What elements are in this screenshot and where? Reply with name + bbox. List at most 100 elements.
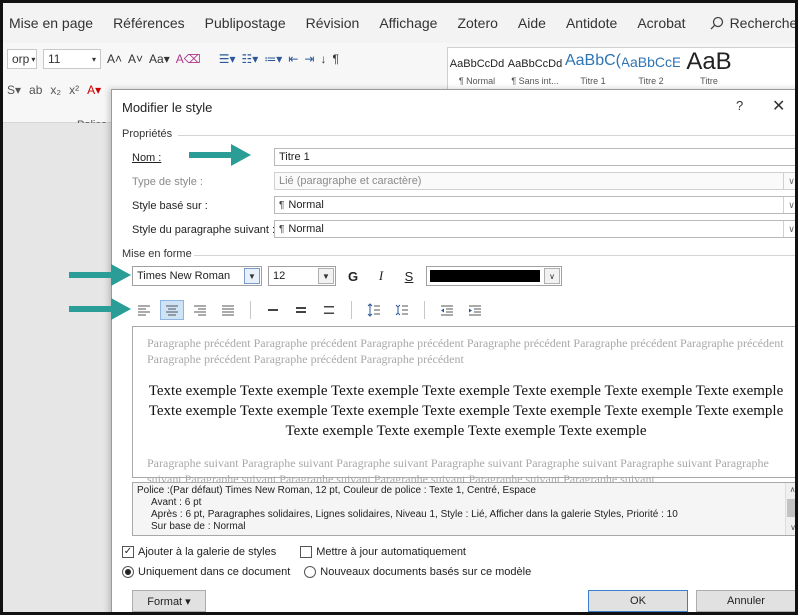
change-case-icon[interactable]: Aa▾ — [149, 52, 170, 66]
clear-format-icon[interactable]: A⌫ — [176, 52, 201, 66]
align-center-icon[interactable] — [160, 300, 184, 320]
chevron-down-icon: ▾ — [31, 54, 36, 64]
chevron-down-icon[interactable]: ▼ — [318, 268, 334, 284]
font-color-select[interactable]: ∨ — [426, 266, 562, 286]
font-name-value: Times New Roman — [137, 270, 231, 282]
line-spacing-up-icon[interactable] — [362, 300, 386, 320]
search-box[interactable]: Rechercher — [696, 15, 798, 31]
underline-icon[interactable]: S▾ — [7, 83, 21, 97]
add-to-gallery-row: ✓ Ajouter à la galerie de styles Mettre … — [122, 546, 466, 558]
paragraph-mark-icon: ¶ — [279, 223, 285, 235]
ok-button[interactable]: OK — [588, 590, 688, 612]
dialog-title: Modifier le style — [122, 100, 213, 115]
superscript-icon[interactable]: x² — [69, 83, 79, 97]
add-to-gallery-checkbox[interactable]: ✓ — [122, 546, 134, 558]
multilevel-icon[interactable]: ≔▾ — [264, 52, 282, 66]
subscript-icon[interactable]: x₂ — [50, 83, 61, 97]
new-documents-radio[interactable] — [304, 566, 317, 578]
paragraph-format-row — [132, 300, 487, 320]
add-to-gallery-label: Ajouter à la galerie de styles — [138, 546, 277, 558]
tab-zotero[interactable]: Zotero — [447, 15, 507, 31]
align-left-icon[interactable] — [132, 300, 156, 320]
tab-revision[interactable]: Révision — [296, 15, 370, 31]
align-right-icon[interactable] — [188, 300, 212, 320]
ribbon-font-name-text: orp — [12, 52, 30, 66]
underline-button[interactable]: S — [398, 266, 420, 286]
chevron-down-icon[interactable]: ∨ — [786, 522, 795, 534]
tab-acrobat[interactable]: Acrobat — [627, 15, 695, 31]
help-button[interactable]: ? — [736, 98, 743, 113]
annotation-arrow-icon — [189, 144, 251, 166]
ribbon-tab-bar: Mise en page Références Publipostage Rév… — [3, 3, 798, 43]
font-size-select[interactable]: 12 ▼ — [268, 266, 336, 286]
tab-references[interactable]: Références — [103, 15, 195, 31]
ribbon-font-name[interactable]: orp ▾ — [7, 49, 37, 69]
cancel-button[interactable]: Annuler — [696, 590, 795, 612]
italic-button[interactable]: I — [370, 266, 392, 286]
tab-mise-en-page[interactable]: Mise en page — [3, 15, 103, 31]
description-line: Police :(Par défaut) Times New Roman, 12… — [137, 485, 536, 496]
style-name: ¶ Normal — [458, 76, 496, 86]
only-this-document-radio[interactable] — [122, 566, 134, 578]
based-on-value: Normal — [288, 199, 324, 211]
chevron-down-icon: ▾ — [91, 54, 96, 64]
auto-update-checkbox[interactable] — [300, 546, 313, 558]
grow-font-icon[interactable]: A˄ — [107, 52, 122, 66]
based-on-label: Style basé sur : — [132, 200, 208, 212]
tab-antidote[interactable]: Antidote — [556, 15, 627, 31]
strikethrough-icon[interactable]: ab — [29, 83, 42, 97]
chevron-down-icon: ∨ — [783, 221, 795, 237]
section-divider — [178, 135, 795, 136]
based-on-select[interactable]: ¶ Normal ∨ — [274, 196, 795, 214]
close-icon[interactable]: ✕ — [772, 96, 785, 116]
annotation-arrow-icon — [69, 264, 131, 286]
style-description: Police :(Par défaut) Times New Roman, 12… — [132, 482, 795, 536]
text-effects-icon[interactable]: A▾ — [87, 83, 101, 97]
sort-icon[interactable]: ↓ — [320, 52, 326, 66]
style-name-field[interactable]: Titre 1 — [274, 148, 795, 166]
ribbon-font-size[interactable]: 11 ▾ — [43, 49, 101, 69]
toolbar-separator — [250, 301, 251, 319]
toolbar-separator — [424, 301, 425, 319]
style-name: Titre — [700, 76, 718, 86]
style-type-label: Type de style : — [132, 176, 203, 188]
justify-icon[interactable] — [216, 300, 240, 320]
chevron-down-icon[interactable]: ▼ — [244, 268, 260, 284]
increase-indent-icon[interactable]: ⇥ — [304, 52, 314, 66]
shrink-font-icon[interactable]: A˅ — [128, 52, 143, 66]
decrease-indent-icon[interactable] — [435, 300, 459, 320]
tab-aide[interactable]: Aide — [508, 15, 556, 31]
paragraph-mark-icon: ¶ — [279, 199, 285, 211]
formatting-section-title: Mise en forme — [122, 248, 192, 260]
double-spacing-icon[interactable] — [317, 300, 341, 320]
properties-section-title: Propriétés — [122, 128, 173, 140]
single-spacing-icon[interactable] — [261, 300, 285, 320]
next-style-value: Normal — [288, 223, 324, 235]
screenshot-frame: Mise en page Références Publipostage Rév… — [0, 0, 798, 615]
font-name-select[interactable]: Times New Roman ▼ — [132, 266, 262, 286]
show-marks-icon[interactable]: ¶ — [332, 52, 338, 66]
tab-publipostage[interactable]: Publipostage — [195, 15, 296, 31]
style-preview: AaBbCcDd — [507, 58, 563, 70]
style-type-value: Lié (paragraphe et caractère) — [279, 175, 422, 187]
style-name: Titre 2 — [638, 76, 664, 86]
numbering-icon[interactable]: ☷▾ — [242, 52, 259, 66]
radio-dot — [125, 569, 131, 575]
one-half-spacing-icon[interactable] — [289, 300, 313, 320]
bold-button[interactable]: G — [342, 266, 364, 286]
decrease-indent-icon[interactable]: ⇤ — [288, 52, 298, 66]
search-label: Rechercher — [729, 15, 798, 31]
increase-indent-icon[interactable] — [463, 300, 487, 320]
modify-style-dialog: Modifier le style ? ✕ Propriétés Nom : T… — [111, 89, 795, 612]
line-spacing-down-icon[interactable] — [390, 300, 414, 320]
next-style-select[interactable]: ¶ Normal ∨ — [274, 220, 795, 238]
style-preview: AaBbC( — [564, 52, 622, 69]
tab-affichage[interactable]: Affichage — [369, 15, 447, 31]
font-color-swatch — [430, 270, 540, 282]
style-name: Titre 1 — [580, 76, 606, 86]
format-button[interactable]: Format ▾ — [132, 590, 206, 612]
scrollbar-thumb[interactable] — [787, 499, 795, 517]
bullets-icon[interactable]: ☰▾ — [219, 52, 236, 66]
chevron-up-icon[interactable]: ∧ — [786, 484, 795, 496]
chevron-down-icon[interactable]: ∨ — [544, 268, 560, 284]
